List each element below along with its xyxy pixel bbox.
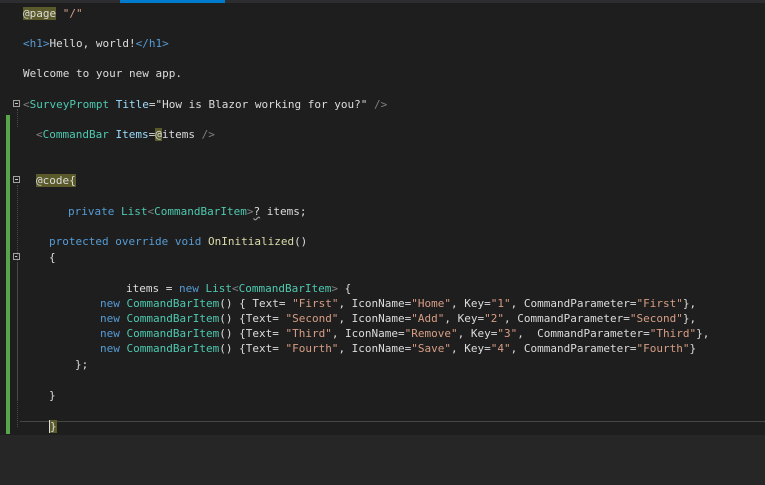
commandbar-attr: Items — [115, 128, 149, 141]
collapse-survey-icon[interactable] — [13, 100, 20, 107]
code-line-h1: <h1>Hello, world!</h1> — [23, 36, 169, 51]
collapse-code-icon[interactable] — [13, 176, 20, 183]
code-line-item: new CommandBarItem() { Text= "First", Ic… — [100, 297, 697, 310]
code-editor[interactable]: @page "/" <h1>Hello, world!</h1> Welcome… — [0, 3, 765, 437]
code-line-item: new CommandBarItem() {Text= "Second", Ic… — [100, 312, 697, 325]
code-line-field: private List<CommandBarItem>? items; — [68, 205, 307, 218]
code-directive: @code — [36, 174, 70, 187]
razor-at: @ — [155, 128, 162, 141]
code-line-commandbar: <CommandBar Items=@items /> — [36, 128, 215, 141]
code-line-method-close: } — [49, 389, 56, 402]
code-line-assign: items = new List<CommandBarItem> { — [126, 282, 352, 295]
page-route: "/" — [62, 7, 83, 20]
method-name: OnInitialized — [207, 235, 295, 248]
h1-open-tag: <h1> — [23, 37, 50, 50]
change-marker — [6, 115, 10, 434]
outline-guide — [17, 109, 18, 127]
code-line-code-block: @code{ — [36, 173, 76, 188]
page-directive: @page — [23, 7, 57, 20]
survey-attr: Title — [115, 98, 149, 111]
code-line-item: new CommandBarItem() {Text= "Third", Ico… — [100, 327, 710, 340]
editor-bottom-area — [0, 435, 765, 485]
commandbar-items: items — [161, 128, 195, 141]
code-brace: { — [69, 174, 76, 187]
welcome-text: Welcome to your new app. — [23, 67, 182, 80]
code-line-method: protected override void OnInitialized() — [49, 235, 308, 248]
h1-close-tag: </h1> — [135, 37, 169, 50]
code-line-open-brace: { — [49, 251, 56, 264]
code-line-welcome: Welcome to your new app. — [23, 66, 182, 81]
survey-title: "How is Blazor working for you?" — [155, 98, 368, 111]
h1-text: Hello, world! — [49, 37, 136, 50]
survey-component: SurveyPrompt — [29, 98, 110, 111]
code-line-list-end: }; — [75, 358, 89, 371]
code-line-page: @page "/" — [23, 6, 83, 21]
code-line-survey: <SurveyPrompt Title="How is Blazor worki… — [23, 98, 388, 111]
code-line-item: new CommandBarItem() {Text= "Fourth", Ic… — [100, 342, 697, 355]
code-close-brace: } — [49, 420, 57, 433]
commandbar-component: CommandBar — [42, 128, 109, 141]
code-line-code-close: } — [49, 419, 57, 434]
outline-guide — [17, 262, 18, 400]
